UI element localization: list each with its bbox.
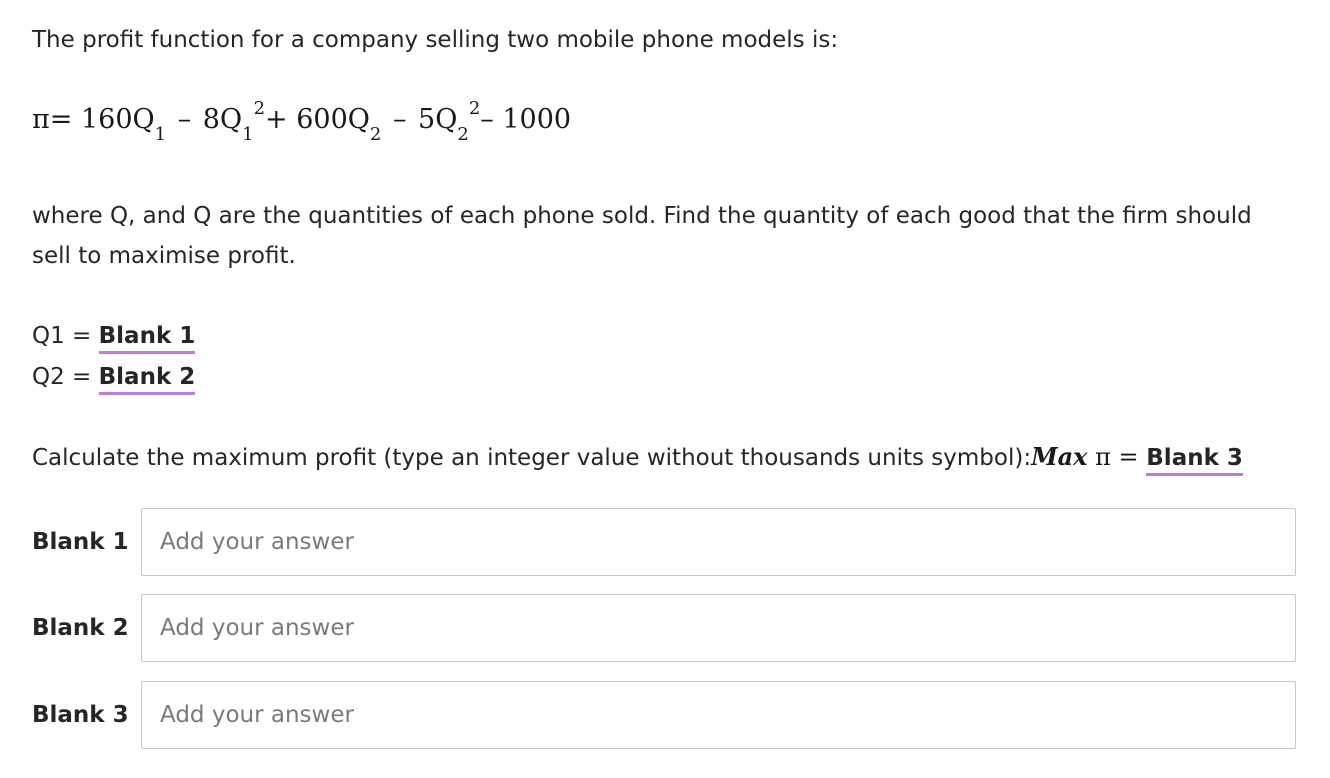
answer-label-blank-2: Blank 2: [32, 615, 129, 641]
formula-op-4: –: [480, 104, 494, 135]
formula-term-2-sub: 1: [242, 124, 254, 145]
answer-input-blank-2[interactable]: [141, 594, 1296, 662]
answer-input-blank-1[interactable]: [141, 508, 1296, 576]
blank-3-reference[interactable]: Blank 3: [1146, 445, 1243, 476]
question-intro: The profit function for a company sellin…: [32, 27, 839, 53]
formula-term-4-sup: 2: [468, 98, 481, 119]
formula-op-1: –: [177, 104, 192, 135]
blank-1-reference[interactable]: Blank 1: [98, 323, 196, 354]
formula-term-4: 5Q: [418, 104, 458, 135]
answer-row-blank-1: Blank 1: [32, 508, 1296, 576]
formula-term-1: 160Q: [80, 104, 155, 135]
formula-term-2-sup: 2: [253, 98, 266, 119]
formula-equals: =: [49, 104, 73, 135]
formula-term-5: 1000: [502, 104, 572, 135]
answer-label-blank-1: Blank 1: [32, 529, 129, 555]
answer-label-blank-3: Blank 3: [32, 702, 129, 728]
formula-term-2: 8Q: [202, 104, 243, 135]
calc-line: Calculate the maximum profit (type an in…: [32, 437, 1243, 478]
blank-2-reference[interactable]: Blank 2: [98, 364, 196, 395]
question-where-text: where Q, and Q are the quantities of eac…: [32, 203, 1252, 269]
q1-prefix: Q1 =: [32, 323, 99, 349]
formula-op-2: +: [265, 104, 288, 135]
formula-pi: π: [32, 104, 50, 135]
formula-term-3: 600Q: [296, 104, 370, 135]
profit-formula: π= 160Q1 – 8Q12+ 600Q2 – 5Q22– 1000: [32, 96, 571, 147]
calc-math-pi: π =: [1087, 443, 1147, 471]
formula-term-4-sub: 2: [457, 124, 469, 145]
calc-math-max: Max: [1031, 442, 1088, 471]
q2-prefix: Q2 =: [32, 364, 99, 390]
q1-line: Q1 = Blank 1: [32, 316, 196, 356]
calc-text: Calculate the maximum profit (type an in…: [32, 445, 1032, 471]
answer-input-blank-3[interactable]: [141, 681, 1296, 749]
formula-op-3: –: [392, 104, 407, 135]
answer-row-blank-3: Blank 3: [32, 681, 1296, 749]
formula-term-1-sub: 1: [154, 124, 167, 145]
formula-term-3-sub: 2: [369, 124, 382, 145]
q2-line: Q2 = Blank 2: [32, 357, 196, 397]
answer-row-blank-2: Blank 2: [32, 594, 1296, 662]
